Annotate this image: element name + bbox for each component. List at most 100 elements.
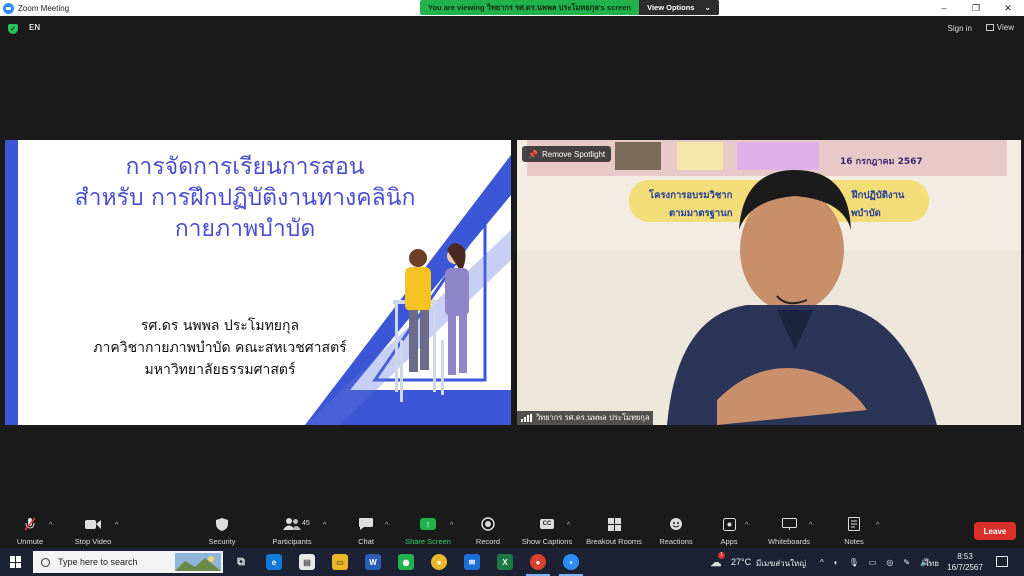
show-captions-button[interactable]: CC Show Captions xyxy=(520,516,574,546)
apps-options-caret[interactable]: ^ xyxy=(745,522,748,529)
window-controls: – ❐ ✕ xyxy=(928,0,1024,16)
chat-button[interactable]: Chat xyxy=(352,516,380,546)
chrome-icon[interactable]: ● xyxy=(431,554,447,570)
minimize-button[interactable]: – xyxy=(928,0,960,16)
zoom-tray-icon[interactable]: ◐ xyxy=(834,558,839,567)
author-university: มหาวิทยาลัยธรรมศาสตร์ xyxy=(144,362,296,378)
tray-chevron-icon[interactable]: ^ xyxy=(820,558,824,567)
smiley-icon xyxy=(669,516,683,532)
word-icon[interactable]: W xyxy=(365,554,381,570)
mail-icon[interactable]: ✉ xyxy=(464,554,480,570)
slide-title-line: สำหรับ การฝึกปฏิบัติงานทางคลินิก xyxy=(74,185,416,211)
line-app-icon[interactable]: ◉ xyxy=(398,554,414,570)
chrome-alt-icon[interactable]: ● xyxy=(530,554,546,570)
chat-options-caret[interactable]: ^ xyxy=(385,522,388,529)
maximize-button[interactable]: ❐ xyxy=(960,0,992,16)
slide-left-accent-bar xyxy=(5,140,18,425)
participants-label: Participants xyxy=(272,537,312,546)
view-options-button[interactable]: View Options ⌄ xyxy=(639,0,719,15)
notes-icon xyxy=(848,516,860,532)
captions-icon: CC xyxy=(539,516,555,532)
shared-screen-slide: การจัดการเรียนการสอน สำหรับ การฝึกปฏิบัต… xyxy=(5,140,511,425)
zoom-logo-icon xyxy=(3,2,14,14)
meeting-toolbar: Unmute ^ Stop Video ^ Security Participa… xyxy=(0,512,1024,548)
share-status-text: You are viewing วิทยากร รศ.ดร.นพพล ประโม… xyxy=(420,0,640,15)
view-options-label: View Options xyxy=(647,3,695,12)
remove-spotlight-button[interactable]: 📌 Remove Spotlight xyxy=(522,146,612,162)
unmute-button[interactable]: Unmute xyxy=(14,516,46,546)
leave-button[interactable]: Leave xyxy=(974,522,1016,540)
breakout-rooms-button[interactable]: Breakout Rooms xyxy=(584,516,644,546)
participant-name: วิทยากร รศ.ดร.นพพล ประโมทยกุล xyxy=(536,413,650,422)
search-placeholder: Type here to search xyxy=(58,557,138,567)
video-options-caret[interactable]: ^ xyxy=(115,522,118,529)
banner-text: โครงการอบรมวิชาก xyxy=(649,190,733,201)
security-button[interactable]: Security xyxy=(204,516,240,546)
encryption-shield-icon[interactable]: ✓ xyxy=(8,24,18,34)
notification-center-icon[interactable] xyxy=(996,556,1008,567)
slide-title-line: การจัดการเรียนการสอน xyxy=(125,154,365,180)
clock-date: 16/7/2567 xyxy=(947,563,983,572)
weather-badge: 1 xyxy=(718,552,725,559)
slide-title-line: กายภาพบำบัด xyxy=(174,216,316,242)
windows-start-icon[interactable] xyxy=(10,556,22,568)
weather-temperature[interactable]: 27°C xyxy=(731,557,751,567)
share-screen-button[interactable]: ↑ Share Screen xyxy=(404,516,452,546)
remove-spotlight-label: Remove Spotlight xyxy=(541,149,606,159)
network-icon[interactable]: ◎ xyxy=(886,558,893,567)
view-button[interactable]: View xyxy=(985,23,1014,32)
whiteboards-button[interactable]: Whiteboards xyxy=(764,516,814,546)
notes-options-caret[interactable]: ^ xyxy=(876,522,879,529)
language-interpretation-button[interactable]: EN xyxy=(29,23,40,32)
whiteboards-label: Whiteboards xyxy=(767,537,811,546)
share-screen-icon: ↑ xyxy=(420,518,436,530)
audio-options-caret[interactable]: ^ xyxy=(49,522,52,529)
share-screen-label: Share Screen xyxy=(405,537,451,546)
banner-text: พบำบัด xyxy=(851,208,881,219)
zoom-taskbar-icon[interactable]: ▪ xyxy=(563,554,579,570)
zoom-window: Zoom Meeting You are viewing วิทยากร รศ.… xyxy=(0,0,1024,576)
microphone-tray-icon[interactable]: 🎙 xyxy=(849,558,859,567)
stop-video-label: Stop Video xyxy=(74,537,112,546)
slide-title: การจัดการเรียนการสอน สำหรับ การฝึกปฏิบัต… xyxy=(25,152,465,245)
share-options-caret[interactable]: ^ xyxy=(450,522,453,529)
show-captions-label: Show Captions xyxy=(521,537,573,546)
banner-text: ตามมาตรฐานก xyxy=(669,208,733,219)
task-view-icon[interactable]: ⧉ xyxy=(233,554,249,570)
store-icon[interactable]: ▤ xyxy=(299,554,315,570)
cc-badge: CC xyxy=(539,519,555,529)
share-screen-icon-wrap: ↑ xyxy=(420,516,436,532)
reactions-button[interactable]: Reactions xyxy=(658,516,694,546)
chat-bubble-icon xyxy=(359,516,373,532)
file-explorer-icon[interactable]: ▭ xyxy=(332,554,348,570)
participant-name-tag: วิทยากร รศ.ดร.นพพล ประโมทยกุล xyxy=(517,411,654,425)
breakout-rooms-label: Breakout Rooms xyxy=(586,537,642,546)
weather-description[interactable]: มีเมฆส่วนใหญ่ xyxy=(756,557,806,570)
participants-icon xyxy=(283,516,301,532)
pen-icon[interactable]: ✎ xyxy=(903,558,910,567)
video-camera-icon xyxy=(85,516,101,532)
apps-button[interactable]: Apps xyxy=(718,516,740,546)
security-label: Security xyxy=(208,537,236,546)
title-bar: Zoom Meeting You are viewing วิทยากร รศ.… xyxy=(0,0,1024,16)
taskbar-search-box[interactable]: Type here to search xyxy=(33,551,223,573)
pin-icon: 📌 xyxy=(528,149,538,159)
battery-icon[interactable]: ▭ xyxy=(869,558,877,567)
record-button[interactable]: Record xyxy=(472,516,504,546)
excel-icon[interactable]: X xyxy=(497,554,513,570)
notes-button[interactable]: Notes xyxy=(840,516,868,546)
input-language-indicator[interactable]: ไทย xyxy=(925,557,939,570)
speaker-video-tile[interactable]: 16 กรกฎาคม 2567 โครงการอบรมวิชาก ฝึกปฏิบ… xyxy=(517,140,1021,425)
participants-options-caret[interactable]: ^ xyxy=(323,522,326,529)
author-name: รศ.ดร นพพล ประโมทยกุล xyxy=(140,318,300,334)
close-button[interactable]: ✕ xyxy=(992,0,1024,16)
speaker-video-feed xyxy=(517,140,1021,425)
unmute-label: Unmute xyxy=(16,537,44,546)
captions-options-caret[interactable]: ^ xyxy=(567,522,570,529)
stop-video-button[interactable]: Stop Video xyxy=(71,516,115,546)
taskbar-clock[interactable]: 8:53 16/7/2567 xyxy=(945,551,985,573)
record-icon xyxy=(481,516,495,532)
sign-in-link[interactable]: Sign in xyxy=(948,24,972,33)
whiteboards-options-caret[interactable]: ^ xyxy=(809,522,812,529)
edge-browser-icon[interactable]: e xyxy=(266,554,282,570)
